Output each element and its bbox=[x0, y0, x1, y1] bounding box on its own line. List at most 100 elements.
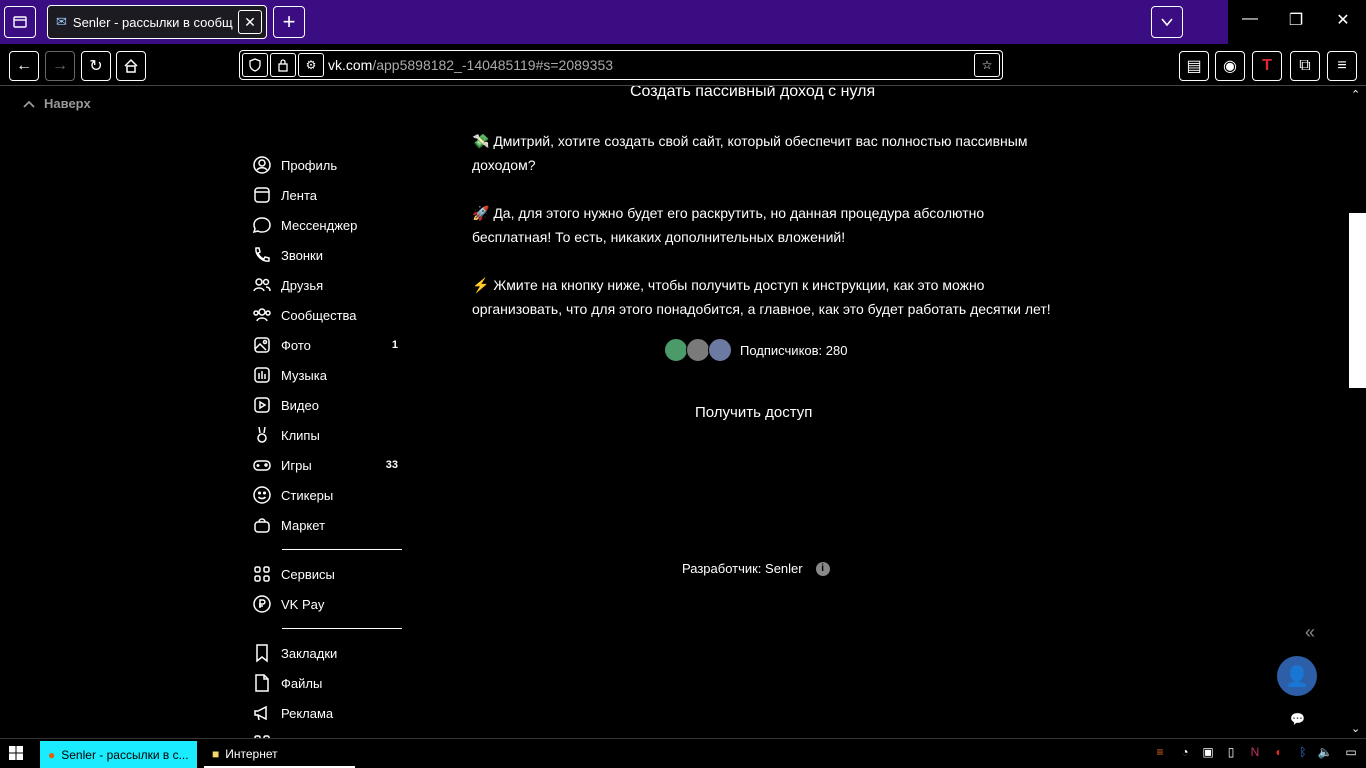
menu-item-photo[interactable]: Фото 1 bbox=[252, 330, 404, 360]
mail-icon: ✉ bbox=[56, 14, 67, 29]
market-icon bbox=[252, 515, 272, 535]
scroll-down-arrow[interactable]: ⌄ bbox=[1351, 722, 1360, 735]
notifications-icon[interactable]: ▭ bbox=[1342, 745, 1360, 759]
back-button[interactable]: ← bbox=[9, 51, 39, 81]
back-to-top-link[interactable]: Наверх bbox=[22, 96, 91, 111]
paragraph-2-text: Да, для этого нужно будет его раскрутить… bbox=[472, 205, 985, 245]
menu-item-clips[interactable]: Клипы bbox=[252, 420, 404, 450]
shield-icon[interactable] bbox=[242, 53, 268, 77]
menu-item-manage[interactable]: Управление bbox=[252, 728, 404, 738]
taskbar-firefox-label: Senler - рассылки в с... bbox=[61, 747, 189, 762]
reload-icon: ↻ bbox=[89, 58, 103, 75]
url-bar[interactable]: ⚙ vk.com/app5898182_-140485119#s=2089353… bbox=[239, 50, 1003, 80]
chevron-up-icon bbox=[23, 100, 35, 108]
forward-button[interactable]: → bbox=[45, 51, 75, 81]
services-icon bbox=[252, 564, 272, 584]
network-icon[interactable]: ◔ bbox=[1176, 745, 1194, 759]
list-all-tabs-button[interactable] bbox=[1151, 6, 1183, 38]
volume-icon[interactable]: 🔈 bbox=[1316, 745, 1334, 759]
menu-item-stickers[interactable]: Стикеры bbox=[252, 480, 404, 510]
taskbar-explorer[interactable]: ■ Интернет bbox=[204, 741, 355, 768]
paragraph-2: 🚀 Да, для этого нужно будет его раскрути… bbox=[472, 201, 1052, 249]
menu-item-label: Звонки bbox=[281, 247, 323, 263]
tray-monitor-icon[interactable]: ▣ bbox=[1199, 745, 1217, 759]
clips-icon bbox=[252, 425, 272, 445]
menu-item-news[interactable]: Лента bbox=[252, 180, 404, 210]
window-close-button[interactable]: ✕ bbox=[1331, 10, 1355, 30]
bluetooth-icon[interactable]: ᛒ bbox=[1294, 745, 1312, 759]
menu-item-games[interactable]: Игры 33 bbox=[252, 450, 404, 480]
app-title: Создать пассивный доход с нуля bbox=[630, 86, 876, 100]
developer-info: Разработчик: Senler i bbox=[682, 561, 830, 576]
account-button[interactable]: ◉ bbox=[1215, 51, 1245, 81]
friends-icon bbox=[252, 275, 272, 295]
menu-item-music[interactable]: Музыка bbox=[252, 360, 404, 390]
permissions-icon[interactable]: ⚙ bbox=[298, 53, 324, 77]
side-panel-strip bbox=[1349, 213, 1366, 388]
home-button[interactable] bbox=[116, 51, 146, 81]
paragraph-1-text: Дмитрий, хотите создать свой сайт, котор… bbox=[472, 133, 1028, 173]
tray-app-icon[interactable]: ≡ bbox=[1151, 745, 1169, 759]
ads-icon bbox=[252, 703, 272, 723]
paragraph-3-text: Жмите на кнопку ниже, чтобы получить дос… bbox=[472, 277, 1051, 317]
chat-bot-avatar[interactable]: 👤 bbox=[1277, 656, 1317, 696]
close-tab-button[interactable]: ✕ bbox=[238, 10, 262, 34]
messenger-icon bbox=[252, 215, 272, 235]
firefox-icon: ● bbox=[48, 747, 56, 762]
reload-button[interactable]: ↻ bbox=[81, 51, 111, 81]
restore-button[interactable]: ❐ bbox=[1284, 10, 1308, 30]
money-emoji-icon: 💸 bbox=[472, 133, 490, 149]
menu-item-label: Фото bbox=[281, 337, 311, 353]
menu-item-calls[interactable]: Звонки bbox=[252, 240, 404, 270]
puzzle-icon: ⧉ bbox=[1299, 57, 1311, 74]
menu-item-vkpay[interactable]: VK Pay bbox=[252, 589, 404, 619]
home-icon bbox=[124, 58, 138, 73]
windows-start-button[interactable] bbox=[8, 745, 24, 766]
lock-icon[interactable] bbox=[270, 53, 296, 77]
menu-item-services[interactable]: Сервисы bbox=[252, 559, 404, 589]
windows-logo-icon bbox=[9, 746, 23, 760]
person-icon: 👤 bbox=[1284, 665, 1310, 688]
menu-item-video[interactable]: Видео bbox=[252, 390, 404, 420]
menu-item-messenger[interactable]: Мессенджер bbox=[252, 210, 404, 240]
active-tab[interactable]: ✉ Senler - рассылки в сообщест ✕ bbox=[47, 5, 267, 39]
url-host: vk.com bbox=[328, 57, 373, 73]
usb-icon[interactable]: ▯ bbox=[1222, 745, 1240, 759]
tray-red-icon[interactable]: ◐ bbox=[1270, 745, 1288, 759]
menu-separator bbox=[282, 549, 402, 550]
stickers-icon bbox=[252, 485, 272, 505]
firefox-view-button[interactable] bbox=[4, 6, 36, 38]
paragraph-3: ⚡ Жмите на кнопку ниже, чтобы получить д… bbox=[472, 273, 1052, 321]
sidebar-button[interactable]: ▤ bbox=[1179, 51, 1209, 81]
menu-item-label: VK Pay bbox=[281, 596, 325, 612]
taskbar-firefox[interactable]: ● Senler - рассылки в с... bbox=[40, 741, 197, 768]
subscribers-block[interactable]: Подписчиков: 280 bbox=[664, 338, 847, 362]
menu-item-ads[interactable]: Реклама bbox=[252, 698, 404, 728]
extension-t-button[interactable]: T bbox=[1252, 51, 1282, 81]
menu-item-files[interactable]: Файлы bbox=[252, 668, 404, 698]
chevron-down-icon bbox=[1161, 18, 1173, 27]
bookmark-star-icon[interactable]: ☆ bbox=[974, 53, 1000, 77]
folder-icon: ■ bbox=[212, 746, 220, 761]
menu-item-label: Реклама bbox=[281, 705, 334, 721]
extensions-button[interactable]: ⧉ bbox=[1290, 51, 1320, 81]
get-access-button[interactable]: Получить доступ bbox=[695, 404, 812, 421]
tray-n-icon[interactable]: N bbox=[1246, 745, 1264, 759]
menu-item-friends[interactable]: Друзья bbox=[252, 270, 404, 300]
menu-button[interactable]: ≡ bbox=[1327, 51, 1357, 81]
menu-item-label: Друзья bbox=[281, 277, 324, 293]
menu-item-communities[interactable]: Сообщества bbox=[252, 300, 404, 330]
info-icon[interactable]: i bbox=[815, 561, 830, 576]
menu-item-label: Клипы bbox=[281, 427, 320, 443]
chat-bubble-icon[interactable]: 💬 bbox=[1290, 712, 1305, 726]
menu-item-bookmarks[interactable]: Закладки bbox=[252, 638, 404, 668]
minimize-button[interactable]: — bbox=[1238, 10, 1262, 28]
scroll-up-arrow[interactable]: ⌃ bbox=[1351, 88, 1360, 101]
menu-item-market[interactable]: Маркет bbox=[252, 510, 404, 540]
video-icon bbox=[252, 395, 272, 415]
firefox-view-icon bbox=[13, 16, 27, 28]
collapse-chevron-icon[interactable]: « bbox=[1305, 622, 1315, 643]
menu-item-label: Стикеры bbox=[281, 487, 334, 503]
menu-item-profile[interactable]: Профиль bbox=[252, 150, 404, 180]
new-tab-button[interactable]: + bbox=[273, 6, 305, 38]
